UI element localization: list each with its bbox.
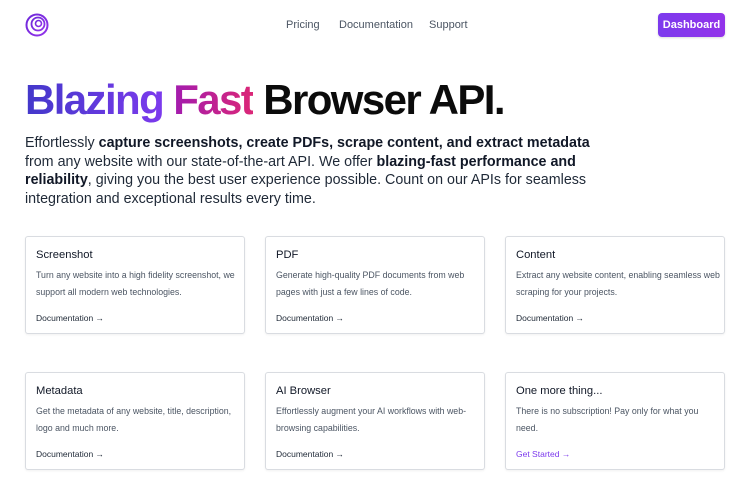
card-title: One more thing... — [516, 385, 603, 397]
card-documentation-link[interactable]: Documentation → — [276, 449, 344, 459]
nav-link-support[interactable]: Support — [429, 19, 468, 31]
hero-title-rest: Browser API. — [263, 76, 505, 123]
card-content: Content Extract any website content, ena… — [505, 236, 725, 334]
card-metadata: Metadata Get the metadata of any website… — [25, 372, 245, 470]
card-documentation-link[interactable]: Documentation → — [516, 313, 584, 323]
hero-title-fast: Fast — [173, 76, 255, 123]
hero-desc-text-2: from any website with our state-of-the-a… — [25, 153, 377, 170]
card-description: Effortlessly augment your AI workflows w… — [276, 406, 467, 433]
card-description: Turn any website into a high fidelity sc… — [36, 270, 235, 297]
card-screenshot: Screenshot Turn any website into a high … — [25, 236, 245, 334]
hero-title: Blazing Fast Browser API. — [25, 75, 506, 125]
top-nav: Pricing Documentation Support Dashboard — [0, 0, 750, 50]
card-title: AI Browser — [276, 385, 331, 397]
card-title: PDF — [276, 249, 299, 261]
card-title: Metadata — [36, 385, 83, 397]
hero-desc-text-3: , giving you the best user experience po… — [25, 172, 587, 207]
get-started-link[interactable]: Get Started → — [516, 449, 570, 459]
card-documentation-link[interactable]: Documentation → — [276, 313, 344, 323]
card-one-more-thing: One more thing... There is no subscripti… — [505, 372, 725, 470]
hero-description: Effortlessly capture screenshots, create… — [25, 134, 615, 208]
card-description: Get the metadata of any website, title, … — [36, 406, 232, 433]
card-pdf: PDF Generate high-quality PDF documents … — [265, 236, 485, 334]
hero-desc-text-1: Effortlessly — [25, 135, 99, 151]
card-ai-browser: AI Browser Effortlessly augment your AI … — [265, 372, 485, 470]
nav-link-pricing[interactable]: Pricing — [286, 19, 320, 31]
hero-title-blazing: Blazing — [25, 76, 165, 123]
dashboard-button[interactable]: Dashboard — [658, 13, 725, 37]
card-title: Content — [516, 249, 556, 261]
card-description: Extract any website content, enabling se… — [516, 270, 720, 297]
logo-icon[interactable] — [25, 13, 49, 37]
card-documentation-link[interactable]: Documentation → — [36, 313, 104, 323]
card-documentation-link[interactable]: Documentation → — [36, 449, 104, 459]
card-description: There is no subscription! Pay only for w… — [516, 406, 699, 433]
card-description: Generate high-quality PDF documents from… — [276, 270, 465, 297]
hero-desc-bold-1: capture screenshots, create PDFs, scrape… — [98, 135, 590, 151]
nav-link-documentation[interactable]: Documentation — [339, 19, 413, 31]
card-title: Screenshot — [36, 249, 93, 261]
